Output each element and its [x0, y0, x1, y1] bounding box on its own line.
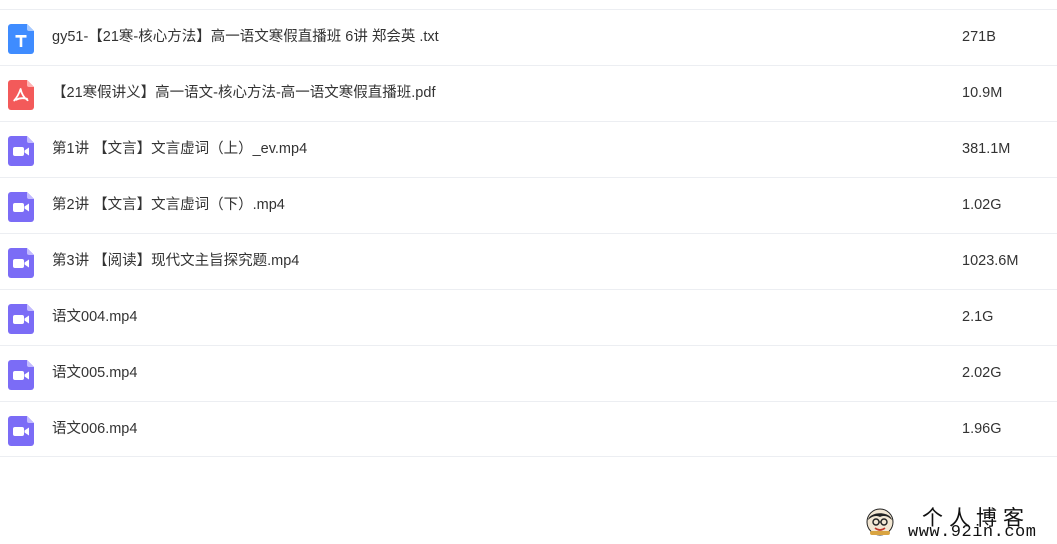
video-file-icon [8, 136, 34, 166]
file-size: 1.02G [962, 197, 1002, 213]
file-row[interactable]: 第3讲 【阅读】现代文主旨探究题.mp4 1023.6M [0, 233, 1057, 289]
file-size: 2.02G [962, 365, 1002, 381]
file-row[interactable]: 语文005.mp4 2.02G [0, 345, 1057, 401]
file-size: 381.1M [962, 141, 1011, 157]
blog-watermark: 个人博客 www.92in.com [862, 500, 1052, 544]
file-size: 1.96G [962, 421, 1002, 437]
file-name[interactable]: 语文006.mp4 [52, 402, 137, 457]
file-row[interactable]: gy51-【21寒-核心方法】高一语文寒假直播班 6讲 郑会英 .txt 271… [0, 9, 1057, 65]
file-size: 2.1G [962, 309, 994, 325]
file-size: 1023.6M [962, 253, 1019, 269]
file-name[interactable]: 第2讲 【文言】文言虚词（下）.mp4 [52, 178, 285, 233]
txt-file-icon [8, 24, 34, 54]
file-row[interactable]: 【21寒假讲义】高一语文-核心方法-高一语文寒假直播班.pdf 10.9M [0, 65, 1057, 121]
file-name[interactable]: 语文004.mp4 [52, 290, 137, 345]
file-row[interactable]: 第2讲 【文言】文言虚词（下）.mp4 1.02G [0, 177, 1057, 233]
file-size: 271B [962, 29, 996, 45]
file-row[interactable]: 第1讲 【文言】文言虚词（上）_ev.mp4 381.1M [0, 121, 1057, 177]
file-list: gy51-【21寒-核心方法】高一语文寒假直播班 6讲 郑会英 .txt 271… [0, 9, 1057, 457]
file-size: 10.9M [962, 85, 1003, 101]
file-name[interactable]: 第1讲 【文言】文言虚词（上）_ev.mp4 [52, 122, 307, 177]
avatar-icon [866, 508, 894, 536]
pdf-file-icon [8, 80, 34, 110]
video-file-icon [8, 360, 34, 390]
file-row[interactable]: 语文006.mp4 1.96G [0, 401, 1057, 457]
file-name[interactable]: 语文005.mp4 [52, 346, 137, 401]
video-file-icon [8, 416, 34, 446]
video-file-icon [8, 192, 34, 222]
file-name[interactable]: 第3讲 【阅读】现代文主旨探究题.mp4 [52, 234, 299, 289]
video-file-icon [8, 248, 34, 278]
video-file-icon [8, 304, 34, 334]
watermark-url: www.92in.com [908, 523, 1037, 542]
file-row[interactable]: 语文004.mp4 2.1G [0, 289, 1057, 345]
file-name[interactable]: gy51-【21寒-核心方法】高一语文寒假直播班 6讲 郑会英 .txt [52, 10, 439, 65]
file-name[interactable]: 【21寒假讲义】高一语文-核心方法-高一语文寒假直播班.pdf [52, 66, 435, 121]
